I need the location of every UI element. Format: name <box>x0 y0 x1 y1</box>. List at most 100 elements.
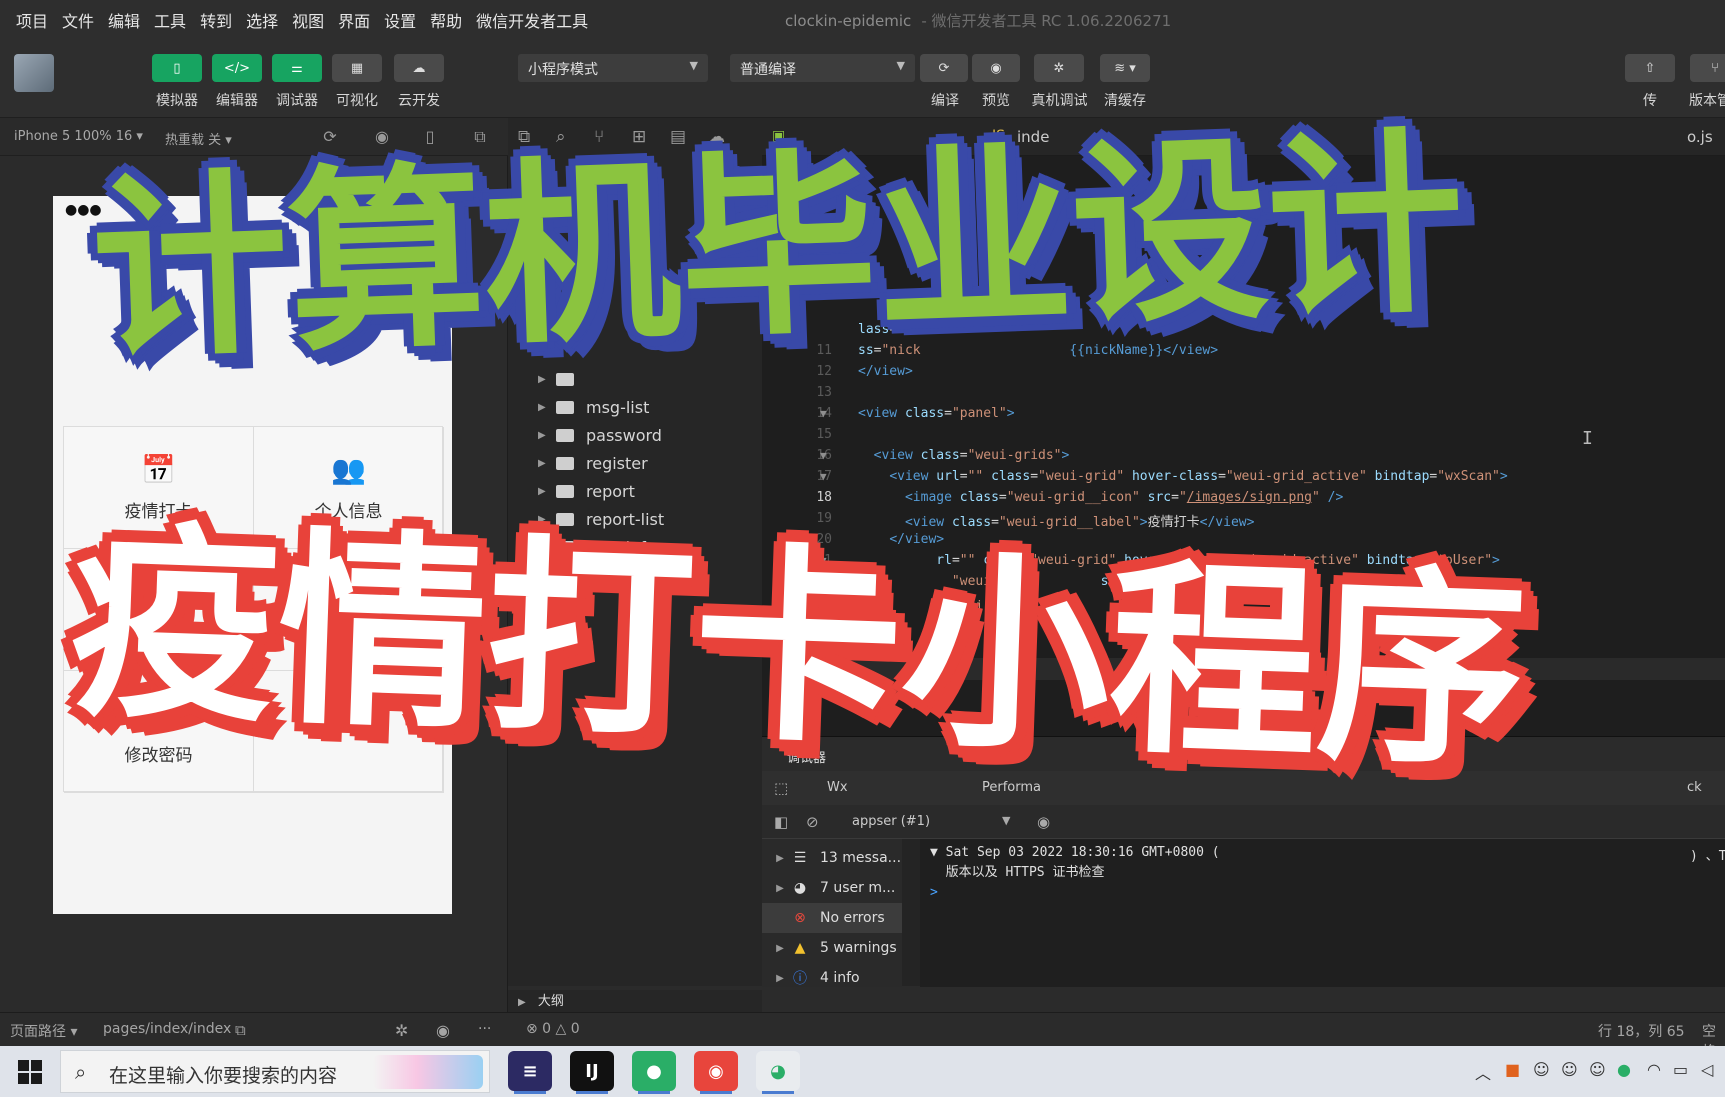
eye-icon[interactable]: ◉ <box>436 1021 450 1040</box>
error-icon: ⊗ <box>794 910 806 926</box>
device-select[interactable]: iPhone 5 100% 16 ▾ <box>14 129 143 144</box>
intellij-app-icon[interactable]: IJ <box>570 1051 614 1094</box>
wechat-app-icon[interactable]: ● <box>632 1051 676 1094</box>
outline-panel[interactable]: ▶ 大纲 <box>508 990 762 1014</box>
code-line: <view url="" class="weui-grid" hover-cla… <box>889 469 1508 484</box>
tab-performance[interactable]: Performa <box>982 780 1041 795</box>
wifi-icon[interactable]: ◠ <box>1647 1060 1661 1079</box>
refresh-icon: ⟳ <box>938 60 950 76</box>
visual-button[interactable]: ▦ <box>332 54 382 82</box>
clear-cache-button[interactable]: ≋ ▾ <box>1100 54 1150 82</box>
editor-button[interactable]: </> <box>212 54 262 82</box>
info-icon: ⓘ <box>793 971 807 987</box>
windows-start-icon[interactable] <box>18 1060 42 1084</box>
menu-item[interactable]: 视图 <box>292 8 324 32</box>
menu-item[interactable]: 选择 <box>246 8 278 32</box>
page-path-label[interactable]: 页面路径 ▾ <box>10 1021 77 1041</box>
app-tray-icon[interactable]: ■ <box>1505 1060 1520 1079</box>
bug-icon: ✲ <box>1053 60 1065 76</box>
tab-js[interactable]: o.js <box>1687 128 1713 146</box>
version-button[interactable]: ⑂ <box>1690 54 1725 82</box>
fold-chevron-icon[interactable]: ▼ <box>820 470 827 483</box>
chevron-right-icon: ▶ <box>776 882 784 894</box>
tab-more[interactable]: ck <box>1687 780 1702 795</box>
debugger-button[interactable]: ⚌ <box>272 54 322 82</box>
upload-icon: ⇧ <box>1644 60 1656 76</box>
menu-item[interactable]: 文件 <box>62 8 94 32</box>
avatar[interactable] <box>14 54 54 92</box>
chevron-up-icon[interactable]: ︿ <box>1475 1060 1491 1084</box>
fold-chevron-icon[interactable]: ▼ <box>820 449 827 462</box>
inspect-icon[interactable]: ⬚ <box>774 779 788 797</box>
folder-icon <box>556 428 574 442</box>
refresh-icon[interactable]: ⟳ <box>320 127 340 147</box>
simulator-button[interactable]: ▯ <box>152 54 202 82</box>
more-icon[interactable]: ··· <box>478 1021 491 1037</box>
problems-count[interactable]: ⊗ 0 △ 0 <box>526 1021 580 1037</box>
taskbar-search[interactable]: ⌕ 在这里输入你要搜索的内容 <box>60 1050 490 1093</box>
menu-item[interactable]: 工具 <box>154 8 186 32</box>
screen: 项目 文件 编辑 工具 转到 选择 视图 界面 设置 帮助 微信开发者工具 clockin-epid… <box>0 0 1725 1097</box>
preview-button[interactable]: ◉ <box>972 54 1020 82</box>
tree-folder[interactable]: ▶ register <box>538 450 648 476</box>
tree-folder[interactable]: ▶ password <box>538 422 662 448</box>
chevron-right-icon: ▶ <box>538 457 546 469</box>
chevron-right-icon: ▶ <box>776 852 784 864</box>
remote-debug-button[interactable]: ✲ <box>1034 54 1084 82</box>
menu-item[interactable]: 帮助 <box>430 8 462 32</box>
console-filter[interactable]: ▶ ☰ 13 messa... <box>762 843 902 873</box>
banner-title-top: 计算机毕业设计 <box>88 110 1468 386</box>
running-indicator <box>638 1091 670 1094</box>
compile-select-value: 普通编译 <box>740 62 796 78</box>
console-filter[interactable]: ▶ ▲ 5 warnings <box>762 933 902 963</box>
search-icon: ⌕ <box>75 1060 87 1084</box>
volume-icon[interactable]: ◁ <box>1701 1060 1713 1079</box>
phone-icon[interactable]: ▯ <box>420 127 440 147</box>
battery-icon[interactable]: ▭ <box>1673 1060 1688 1079</box>
bug-icon[interactable]: ✲ <box>395 1021 408 1040</box>
console-output[interactable]: ▼ Sat Sep 03 2022 18:30:16 GMT+0800 () 、… <box>920 839 1725 987</box>
qq-icon[interactable]: ☺ <box>1589 1060 1606 1079</box>
tree-folder[interactable]: ▶ report <box>538 478 635 504</box>
console-filter[interactable]: ⊗ No errors <box>762 903 902 933</box>
console-prompt[interactable]: > <box>930 885 938 900</box>
compile-select[interactable]: 普通编译 ▼ <box>730 54 915 82</box>
menu-item[interactable]: 转到 <box>200 8 232 32</box>
layout-icon: ▦ <box>350 60 364 76</box>
stop-icon[interactable]: ◉ <box>372 127 392 147</box>
hot-reload-toggle[interactable]: 热重载 关 ▾ <box>165 129 232 148</box>
mode-select[interactable]: 小程序模式 ▼ <box>518 54 708 82</box>
cloud-button[interactable]: ☁ <box>394 54 444 82</box>
menu-item[interactable]: 界面 <box>338 8 370 32</box>
chrome-app-icon[interactable]: ◉ <box>694 1051 738 1094</box>
cursor-position[interactable]: 行 18，列 65 <box>1598 1021 1685 1041</box>
eclipse-app-icon[interactable]: ≡ <box>508 1051 552 1094</box>
console-filter[interactable]: ▶ ⓘ 4 info <box>762 963 902 993</box>
compile-button[interactable]: ⟳ <box>920 54 968 82</box>
mode-select-value: 小程序模式 <box>528 62 598 78</box>
context-select[interactable]: appser (#1) <box>852 814 930 829</box>
sidebar-toggle-icon[interactable]: ◧ <box>774 813 788 831</box>
menu-item[interactable]: 设置 <box>384 8 416 32</box>
qq-icon[interactable]: ☺ <box>1561 1060 1578 1079</box>
menu-item[interactable]: 项目 <box>16 8 48 32</box>
tab-wxml[interactable]: Wx <box>827 780 848 795</box>
text-cursor-icon: I <box>1582 428 1593 449</box>
menu-item[interactable]: 微信开发者工具 <box>476 8 588 32</box>
console-filter[interactable]: ▶ ◕ 7 user m... <box>762 873 902 903</box>
eye-icon[interactable]: ◉ <box>1037 813 1050 831</box>
wechat-icon[interactable]: ● <box>1617 1060 1631 1079</box>
running-indicator <box>514 1091 546 1094</box>
clear-icon[interactable]: ⊘ <box>806 813 819 831</box>
menu-item[interactable]: 编辑 <box>108 8 140 32</box>
chevron-right-icon: ▶ <box>776 942 784 954</box>
devtools-app-icon[interactable]: ◕ <box>756 1051 800 1094</box>
fold-chevron-icon[interactable]: ▼ <box>820 407 827 420</box>
chevron-right-icon: ▶ <box>776 972 784 984</box>
copy-icon[interactable]: ⧉ <box>235 1021 246 1039</box>
upload-button[interactable]: ⇧ <box>1625 54 1675 82</box>
chevron-down-icon: ▼ <box>689 59 698 72</box>
tree-folder[interactable]: ▶ msg-list <box>538 394 649 420</box>
list-icon: ☰ <box>793 850 807 866</box>
qq-icon[interactable]: ☺ <box>1533 1060 1550 1079</box>
